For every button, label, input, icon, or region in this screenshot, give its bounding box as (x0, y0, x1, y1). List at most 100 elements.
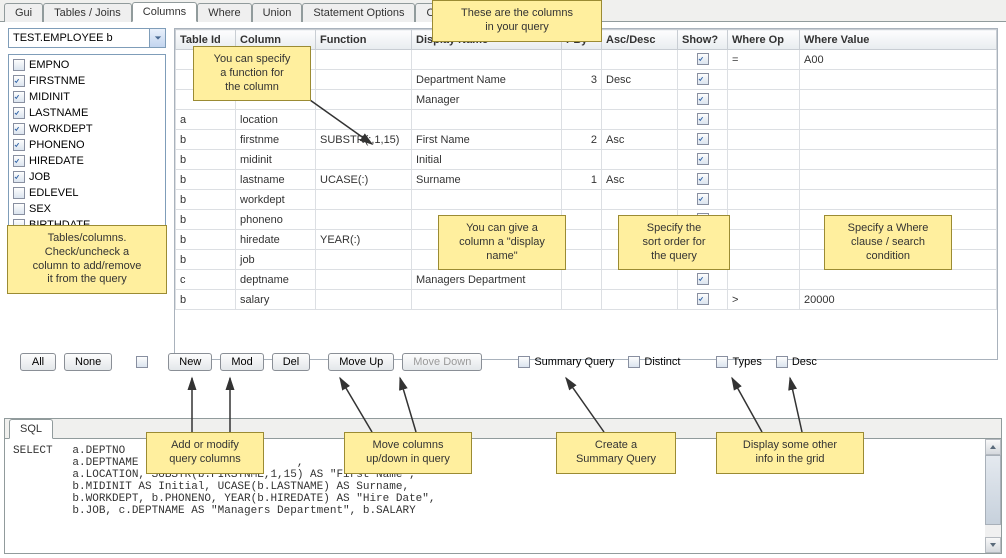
grid-cell[interactable]: Surname (412, 170, 562, 190)
column-checkbox[interactable] (13, 171, 25, 183)
grid-cell[interactable]: b (176, 170, 236, 190)
grid-cell[interactable] (800, 150, 997, 170)
grid-cell[interactable] (562, 150, 602, 170)
grid-cell[interactable]: firstnme (236, 130, 316, 150)
grid-cell[interactable] (800, 130, 997, 150)
grid-cell[interactable] (412, 290, 562, 310)
show-checkbox[interactable] (697, 193, 709, 205)
show-checkbox[interactable] (697, 93, 709, 105)
grid-cell[interactable]: Asc (602, 170, 678, 190)
grid-row[interactable]: bworkdept (176, 190, 997, 210)
grid-cell[interactable]: job (236, 250, 316, 270)
grid-cell[interactable] (412, 190, 562, 210)
grid-cell[interactable] (562, 270, 602, 290)
types-option[interactable]: Types (716, 356, 761, 368)
grid-cell[interactable] (800, 270, 997, 290)
grid-cell[interactable] (728, 90, 800, 110)
grid-cell[interactable] (602, 90, 678, 110)
grid-cell[interactable]: deptname (236, 270, 316, 290)
grid-cell[interactable]: > (728, 290, 800, 310)
column-list-item[interactable]: EMPNO (11, 57, 163, 73)
grid-cell[interactable] (728, 150, 800, 170)
grid-cell[interactable]: 3 (562, 70, 602, 90)
grid-cell[interactable] (412, 50, 562, 70)
grid-cell[interactable] (728, 130, 800, 150)
distinct-checkbox[interactable] (628, 356, 640, 368)
grid-cell[interactable]: = (728, 50, 800, 70)
show-checkbox[interactable] (697, 113, 709, 125)
grid-cell[interactable]: midinit (236, 150, 316, 170)
grid-cell[interactable] (562, 190, 602, 210)
grid-cell[interactable] (800, 110, 997, 130)
show-checkbox[interactable] (697, 153, 709, 165)
grid-cell[interactable]: Manager (412, 90, 562, 110)
grid-cell[interactable]: a (176, 110, 236, 130)
grid-cell[interactable]: Managers Department (412, 270, 562, 290)
grid-cell[interactable] (678, 150, 728, 170)
grid-cell[interactable]: UCASE(:) (316, 170, 412, 190)
mod-button[interactable]: Mod (220, 353, 263, 371)
grid-row[interactable]: alocation (176, 110, 997, 130)
grid-cell[interactable]: A00 (800, 50, 997, 70)
grid-cell[interactable]: Desc (602, 70, 678, 90)
grid-row[interactable]: bsalary >20000 (176, 290, 997, 310)
grid-cell[interactable]: b (176, 150, 236, 170)
scroll-thumb[interactable] (985, 455, 1001, 525)
column-checkbox[interactable] (13, 187, 25, 199)
grid-cell[interactable]: First Name (412, 130, 562, 150)
show-checkbox[interactable] (697, 173, 709, 185)
grid-cell[interactable]: phoneno (236, 210, 316, 230)
grid-cell[interactable]: 1 (562, 170, 602, 190)
grid-cell[interactable]: YEAR(:) (316, 230, 412, 250)
grid-cell[interactable] (412, 110, 562, 130)
grid-cell[interactable] (678, 270, 728, 290)
grid-cell[interactable] (678, 190, 728, 210)
grid-cell[interactable]: hiredate (236, 230, 316, 250)
column-list-item[interactable]: EDLEVEL (11, 185, 163, 201)
grid-cell[interactable] (562, 290, 602, 310)
tab-gui[interactable]: Gui (4, 3, 43, 22)
grid-cell[interactable] (678, 70, 728, 90)
grid-cell[interactable]: salary (236, 290, 316, 310)
grid-cell[interactable]: c (176, 270, 236, 290)
sql-scrollbar[interactable] (985, 439, 1001, 553)
grid-cell[interactable]: Asc (602, 130, 678, 150)
summary-query-option[interactable]: Summary Query (518, 356, 614, 368)
grid-cell[interactable] (678, 50, 728, 70)
grid-cell[interactable] (562, 210, 602, 230)
desc-option[interactable]: Desc (776, 356, 817, 368)
grid-cell[interactable] (316, 210, 412, 230)
grid-cell[interactable] (602, 50, 678, 70)
grid-cell[interactable] (678, 130, 728, 150)
show-checkbox[interactable] (697, 53, 709, 65)
column-checkbox[interactable] (13, 75, 25, 87)
grid-cell[interactable] (316, 250, 412, 270)
column-list-item[interactable]: LASTNAME (11, 105, 163, 121)
grid-cell[interactable] (316, 190, 412, 210)
grid-cell[interactable] (678, 90, 728, 110)
grid-cell[interactable] (316, 70, 412, 90)
grid-cell[interactable] (316, 290, 412, 310)
scroll-up-icon[interactable] (985, 439, 1001, 455)
grid-cell[interactable]: 20000 (800, 290, 997, 310)
column-list-item[interactable]: FIRSTNME (11, 73, 163, 89)
show-checkbox[interactable] (697, 273, 709, 285)
column-list-item[interactable]: HIREDATE (11, 153, 163, 169)
grid-cell[interactable]: Department Name (412, 70, 562, 90)
grid-cell[interactable] (602, 270, 678, 290)
grid-cell[interactable] (602, 290, 678, 310)
move-up-button[interactable]: Move Up (328, 353, 394, 371)
grid-cell[interactable]: b (176, 190, 236, 210)
grid-cell[interactable]: b (176, 250, 236, 270)
grid-cell[interactable] (562, 90, 602, 110)
grid-cell[interactable] (728, 250, 800, 270)
tab-tables-joins[interactable]: Tables / Joins (43, 3, 132, 22)
grid-cell[interactable]: b (176, 290, 236, 310)
grid-cell[interactable] (800, 170, 997, 190)
grid-cell[interactable] (602, 190, 678, 210)
grid-row[interactable]: cdeptname Managers Department (176, 270, 997, 290)
column-checkbox[interactable] (13, 203, 25, 215)
column-checkbox[interactable] (13, 123, 25, 135)
grid-cell[interactable] (602, 110, 678, 130)
grid-cell[interactable] (316, 270, 412, 290)
